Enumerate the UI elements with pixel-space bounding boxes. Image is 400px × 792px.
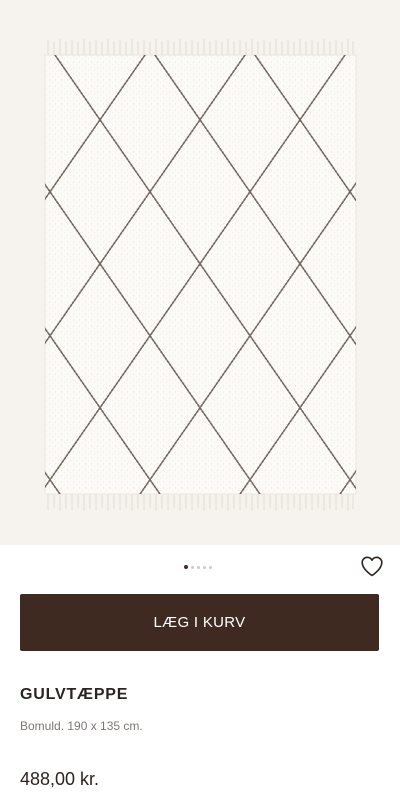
rug-fringe-top	[47, 39, 354, 56]
gallery-pagination[interactable]	[184, 564, 212, 570]
product-title: GULVTÆPPE	[20, 686, 129, 703]
gallery-dot-3[interactable]	[197, 565, 200, 569]
gallery-dot-5[interactable]	[209, 565, 212, 569]
product-page: LÆG I KURV GULVTÆPPE Bomuld. 190 x 135 c…	[0, 0, 400, 792]
add-to-cart-button[interactable]: LÆG I KURV	[20, 594, 379, 651]
rug-fringe-bottom	[47, 493, 354, 511]
gallery-dot-2[interactable]	[191, 565, 194, 569]
product-price: 488,00 kr.	[20, 769, 100, 789]
gallery-controls	[0, 545, 400, 589]
product-description: Bomuld. 190 x 135 cm.	[20, 719, 143, 733]
gallery-dot-4[interactable]	[203, 565, 206, 569]
gallery-dot-1[interactable]	[184, 565, 188, 569]
heart-icon[interactable]	[360, 555, 384, 577]
rug-product-image	[44, 39, 357, 511]
product-image-gallery[interactable]	[0, 0, 400, 545]
